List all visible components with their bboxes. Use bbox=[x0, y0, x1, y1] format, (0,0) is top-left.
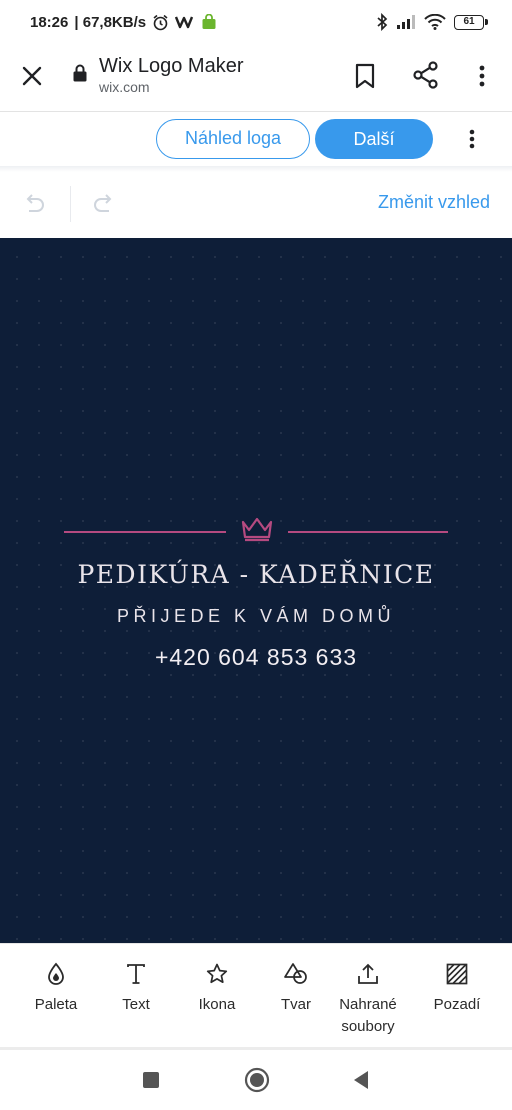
recents-button[interactable] bbox=[143, 1072, 159, 1088]
battery-icon: 61 bbox=[454, 14, 488, 30]
next-button[interactable]: Další bbox=[315, 119, 433, 159]
edit-bar: Změnit vzhled bbox=[0, 172, 512, 238]
editor-toolbar: Paleta Text Ikona Tvar Nahrané soubory P… bbox=[0, 943, 512, 1047]
undo-redo-separator bbox=[70, 186, 71, 222]
tool-background-label: Pozadí bbox=[433, 996, 481, 1013]
logo-business-name[interactable]: PEDIKÚRA - KADEŘNICE bbox=[0, 560, 512, 589]
tool-uploads-label-line1: Nahrané bbox=[339, 996, 397, 1013]
tool-uploads-label: Nahrané soubory bbox=[326, 994, 410, 1038]
bookmark-icon[interactable] bbox=[352, 62, 378, 90]
back-button[interactable] bbox=[352, 1070, 370, 1090]
page-domain: wix.com bbox=[99, 79, 150, 95]
logo-phone[interactable]: +420 604 853 633 bbox=[0, 644, 512, 671]
more-vertical-icon[interactable] bbox=[472, 62, 492, 90]
alarm-icon bbox=[153, 14, 168, 30]
shapes-icon bbox=[284, 963, 307, 984]
text-icon bbox=[127, 964, 145, 984]
share-icon[interactable] bbox=[412, 60, 440, 90]
upload-icon bbox=[358, 963, 378, 984]
url-title-block[interactable]: Wix Logo Maker wix.com bbox=[99, 54, 244, 96]
tool-icon-label: Ikona bbox=[198, 996, 236, 1013]
browser-header: Wix Logo Maker wix.com bbox=[0, 44, 512, 110]
tool-uploads[interactable]: Nahrané soubory bbox=[326, 962, 410, 1038]
app-w-icon bbox=[175, 16, 194, 29]
wix-more-icon[interactable] bbox=[462, 124, 482, 154]
system-nav-bar bbox=[0, 1050, 512, 1110]
wifi-icon bbox=[424, 14, 446, 30]
divider-line-left bbox=[64, 531, 226, 533]
wix-action-bar: Náhled loga Další bbox=[0, 112, 512, 166]
status-bar: 18:26 | 67,8KB/s 61 bbox=[0, 0, 512, 44]
tool-text[interactable]: Text bbox=[96, 962, 176, 1016]
tool-icon[interactable]: Ikona bbox=[177, 962, 257, 1016]
tool-background[interactable]: Pozadí bbox=[417, 962, 497, 1016]
divider-line-right bbox=[288, 531, 448, 533]
preview-logo-button[interactable]: Náhled loga bbox=[156, 119, 310, 159]
tool-palette[interactable]: Paleta bbox=[16, 962, 96, 1016]
shopping-bag-icon bbox=[202, 14, 216, 29]
background-pattern-icon bbox=[446, 963, 468, 985]
tool-palette-label: Paleta bbox=[34, 996, 78, 1013]
palette-icon bbox=[48, 962, 64, 985]
lock-icon bbox=[73, 64, 87, 82]
tool-shape-label: Tvar bbox=[281, 996, 311, 1013]
bluetooth-icon bbox=[377, 13, 388, 31]
signal-icon bbox=[397, 15, 415, 29]
tool-text-label: Text bbox=[122, 996, 150, 1013]
status-time: 18:26 bbox=[30, 13, 69, 31]
status-right: 61 bbox=[376, 13, 488, 31]
undo-icon[interactable] bbox=[20, 190, 48, 218]
status-left: 18:26 | 67,8KB/s bbox=[30, 14, 217, 31]
logo-canvas[interactable]: PEDIKÚRA - KADEŘNICE PŘIJEDE K VÁM DOMŮ … bbox=[0, 238, 512, 943]
home-button[interactable] bbox=[244, 1067, 270, 1093]
tool-uploads-label-line2: soubory bbox=[341, 1018, 395, 1035]
page-title: Wix Logo Maker bbox=[99, 55, 244, 77]
redo-icon[interactable] bbox=[90, 190, 118, 218]
change-look-link[interactable]: Změnit vzhled bbox=[378, 192, 490, 213]
crown-divider[interactable] bbox=[64, 516, 448, 546]
crown-icon[interactable] bbox=[240, 516, 274, 542]
close-icon[interactable] bbox=[18, 62, 46, 90]
star-icon bbox=[206, 963, 228, 984]
logo-tagline[interactable]: PŘIJEDE K VÁM DOMŮ bbox=[0, 606, 512, 627]
status-net-speed: | 67,8KB/s bbox=[74, 13, 147, 31]
tool-shape[interactable]: Tvar bbox=[256, 962, 336, 1016]
